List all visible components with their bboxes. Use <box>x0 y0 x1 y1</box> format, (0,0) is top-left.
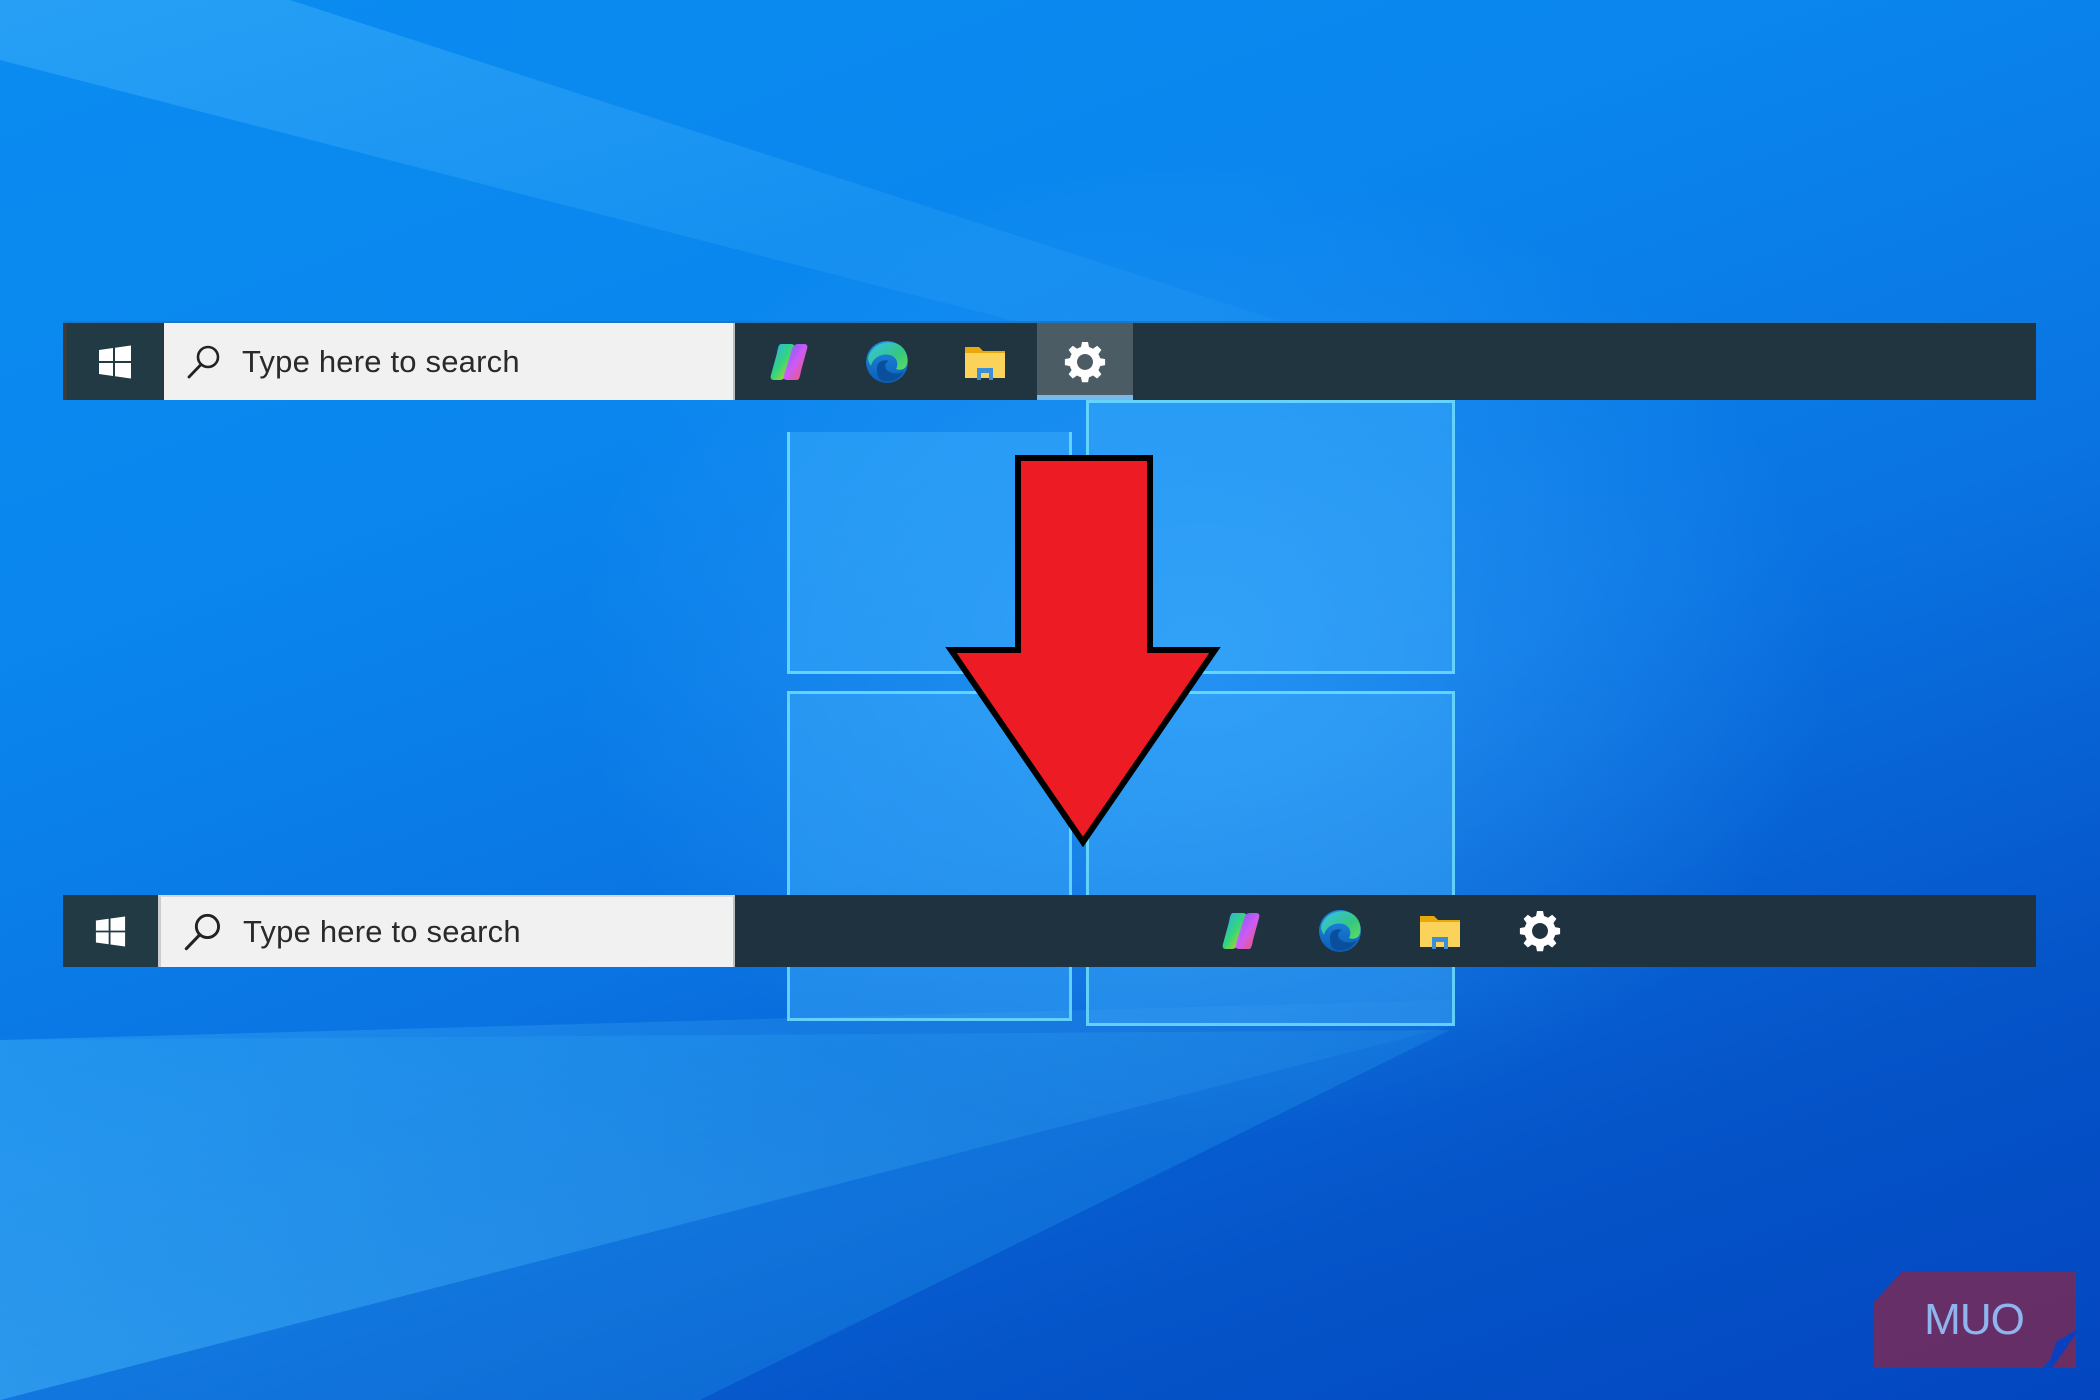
down-arrow-icon <box>945 455 1221 848</box>
muo-watermark: MUO <box>1874 1272 2076 1368</box>
watermark-text: MUO <box>1924 1295 2024 1344</box>
down-arrow-annotation <box>945 455 1221 848</box>
